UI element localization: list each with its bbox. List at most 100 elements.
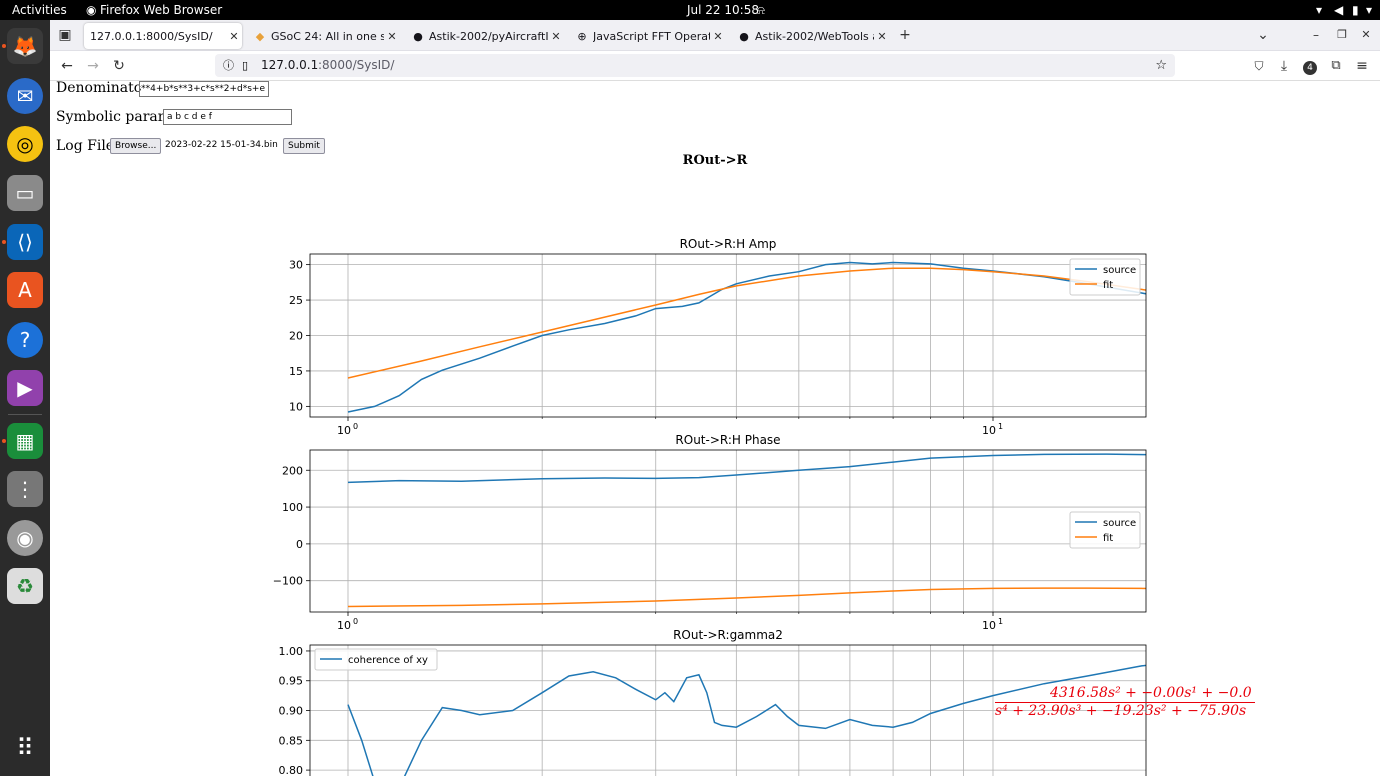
battery-icon[interactable]: ▮ — [1352, 3, 1359, 17]
volume-icon[interactable]: ◀ — [1334, 3, 1343, 17]
hamburger-menu-icon[interactable]: ≡ — [1352, 56, 1372, 76]
equation-numerator: 4316.58s² + −0.00s¹ + −0.0 — [995, 685, 1255, 703]
browser-nav-bar: ← → ↻ ⓘ ▯ 127.0.0.1:8000/SysID/ ☆ ⛉ ⤓ 4 … — [50, 51, 1380, 81]
chart-panel-0: ROut->R:H Amp101520253010 0 10 1sourcefit — [289, 237, 1147, 437]
equation-denominator: s⁴ + 23.90s³ + −19.23s² + −75.90s — [995, 703, 1247, 719]
tab-gsoc[interactable]: ◆GSoC 24: All in one system✕ — [246, 23, 400, 49]
figure-plots: ROut->R:H Amp101520253010 0 10 1sourcefitRO… — [273, 237, 1147, 776]
activities-button[interactable]: Activities — [12, 3, 67, 17]
close-tab-icon[interactable]: ✕ — [874, 30, 890, 43]
x-tick-exponent: 1 — [998, 422, 1003, 431]
disc-icon[interactable]: ◉ — [7, 520, 43, 556]
y-tick-label: 100 — [282, 501, 303, 514]
firefox-small-icon: ◉ — [86, 3, 97, 17]
show-apps-icon[interactable]: ⠿ — [7, 730, 43, 766]
drive-icon[interactable]: ⋮ — [7, 471, 43, 507]
system-menu-chevron-icon[interactable]: ▾ — [1366, 3, 1372, 17]
thunderbird-icon[interactable]: ✉ — [7, 78, 43, 114]
notification-bell-icon: ⍾ — [757, 3, 765, 17]
series-line-fit — [347, 267, 1146, 379]
x-tick-exponent: 0 — [353, 617, 358, 626]
chart-title: ROut->R:gamma2 — [673, 628, 783, 642]
rhythmbox-icon[interactable]: ◎ — [7, 126, 43, 162]
ubuntu-dock: 🦊 ✉ ◎ ▭ ⟨⟩ A ? ▶ ▦ ⋮ ◉ ♻ ⠿ — [0, 20, 50, 776]
new-tab-plus-icon[interactable]: + — [895, 25, 915, 45]
y-tick-label: 15 — [289, 365, 303, 378]
legend-label: fit — [1103, 533, 1113, 544]
series-line-fit — [347, 587, 1146, 608]
app-center-icon[interactable]: A — [7, 272, 43, 308]
y-tick-label: 0.90 — [279, 705, 304, 718]
reload-icon[interactable]: ↻ — [109, 56, 129, 76]
close-tab-icon[interactable]: ✕ — [384, 30, 400, 43]
spreadsheet-icon[interactable]: ▦ — [7, 423, 43, 459]
list-tabs-chevron-icon[interactable]: ⌄ — [1253, 25, 1273, 45]
series-group — [347, 453, 1146, 608]
browser-tab-bar: ▣ 127.0.0.1:8000/SysID/✕ ◆ GSoC 24: All i… — [50, 20, 1380, 51]
legend-label: coherence of xy — [348, 655, 428, 666]
close-tab-icon[interactable]: ✕ — [710, 30, 726, 43]
series-group — [347, 261, 1146, 413]
tab-webtools[interactable]: ● Astik-2002/WebTools at ✕ — [730, 23, 890, 49]
page-content: Denominator: a*s**4+b*s**3+c*s**2+d*s+e … — [50, 80, 1380, 776]
legend-label: fit — [1103, 280, 1113, 291]
y-tick-label: 1.00 — [279, 645, 304, 658]
vscode-icon[interactable]: ⟨⟩ — [7, 224, 43, 260]
app-name: Firefox Web Browser — [100, 3, 223, 17]
url-bar[interactable]: ⓘ ▯ 127.0.0.1:8000/SysID/ ☆ — [215, 54, 1175, 77]
forward-arrow-icon[interactable]: → — [83, 56, 103, 76]
clock[interactable]: Jul 22 10:58 — [687, 3, 759, 17]
series-line-source — [347, 453, 1146, 484]
info-shield-icon[interactable]: ⓘ — [223, 54, 234, 77]
x-tick-exponent: 1 — [998, 617, 1003, 626]
tab-overview-icon[interactable]: ▣ — [55, 25, 75, 45]
firefox-icon[interactable]: 🦊 — [7, 28, 43, 64]
help-icon[interactable]: ? — [7, 322, 43, 358]
back-arrow-icon[interactable]: ← — [57, 56, 77, 76]
video-player-icon[interactable]: ▶ — [7, 370, 43, 406]
minimize-icon[interactable]: – — [1306, 25, 1326, 45]
tab-fft[interactable]: ⊕JavaScript FFT Operation✕ — [568, 23, 726, 49]
x-tick-label: 10 — [982, 424, 996, 437]
grid — [310, 450, 1146, 612]
tab-count-badge-icon[interactable]: 4 — [1300, 56, 1320, 76]
url-host: 127.0.0.1 — [261, 58, 319, 72]
downloads-icon[interactable]: ⤓ — [1274, 56, 1294, 76]
chart-title: ROut->R:H Amp — [680, 237, 777, 251]
files-icon[interactable]: ▭ — [7, 175, 43, 211]
y-tick-label: 25 — [289, 294, 303, 307]
chart-title: ROut->R:H Phase — [675, 433, 780, 447]
window-close-icon[interactable]: ✕ — [1356, 25, 1376, 45]
y-tick-label: 0.95 — [279, 675, 304, 688]
url-path: :8000/SysID/ — [318, 58, 395, 72]
system-top-bar: Activities ◉ Firefox Web Browser Jul 22 … — [0, 0, 1380, 20]
y-tick-label: 30 — [289, 259, 303, 272]
gsoc-favicon-icon: ◆ — [255, 29, 265, 43]
extensions-icon[interactable]: ⧉ — [1326, 56, 1346, 76]
close-tab-icon[interactable]: ✕ — [548, 30, 564, 43]
series-line-source — [347, 261, 1146, 413]
github-favicon-icon: ● — [413, 29, 423, 43]
pocket-icon[interactable]: ⛉ — [1249, 56, 1269, 76]
x-tick-exponent: 0 — [353, 422, 358, 431]
wifi-icon[interactable]: ▾ — [1316, 3, 1322, 17]
maximize-icon[interactable]: ❐ — [1332, 25, 1352, 45]
y-tick-label: 0 — [296, 538, 303, 551]
x-tick-label: 10 — [982, 619, 996, 632]
x-tick-label: 10 — [337, 424, 351, 437]
y-tick-label: 0.80 — [279, 764, 304, 776]
legend-label: source — [1103, 518, 1136, 529]
close-tab-icon[interactable]: ✕ — [226, 30, 242, 43]
y-tick-label: 10 — [289, 400, 303, 413]
transfer-function-equation: 4316.58s² + −0.00s¹ + −0.0 s⁴ + 23.90s³ … — [995, 685, 1255, 719]
y-tick-label: −100 — [273, 575, 303, 588]
tab-pyaircraft[interactable]: ●Astik-2002/pyAircraftIden✕ — [404, 23, 564, 49]
legend: source fit — [1069, 258, 1141, 296]
legend: coherence of xy — [314, 648, 438, 671]
tab-sysid[interactable]: 127.0.0.1:8000/SysID/✕ — [84, 23, 242, 49]
trash-icon[interactable]: ♻ — [7, 568, 43, 604]
bookmark-star-icon[interactable]: ☆ — [1155, 54, 1167, 77]
github-favicon-icon: ● — [739, 29, 749, 43]
y-tick-label: 20 — [289, 330, 303, 343]
globe-favicon-icon: ⊕ — [577, 29, 587, 43]
